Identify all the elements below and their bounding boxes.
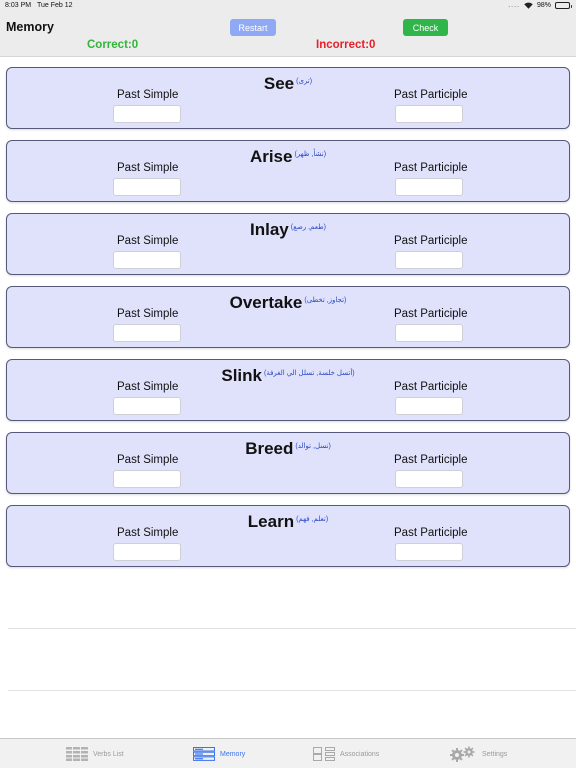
past-participle-label: Past Participle <box>394 308 468 320</box>
past-simple-label: Past Simple <box>117 308 179 320</box>
page-title: Memory <box>6 20 54 34</box>
incorrect-counter: Incorrect:0 <box>316 39 376 51</box>
wifi-icon <box>524 2 533 9</box>
verb-translation: (طعم, رصع) <box>290 224 326 231</box>
verb-title: See <box>263 74 295 93</box>
verb-title: Learn <box>247 512 295 531</box>
tab-label: Associations <box>340 750 380 758</box>
verb-card: Overtake (تجاوز, تخطى) Past Simple Past P… <box>6 286 570 348</box>
verb-card: Arise (نشأ, ظهر) Past Simple Past Partici… <box>6 140 570 202</box>
list-icon <box>66 747 88 761</box>
associations-icon <box>313 747 335 761</box>
battery-icon <box>555 2 572 9</box>
past-participle-input[interactable] <box>395 178 463 196</box>
verb-title: Slink <box>221 366 262 385</box>
verb-translation: (أتسل خلسة, تسلل الي الغرفة) <box>263 370 355 377</box>
past-participle-label: Past Participle <box>394 235 468 247</box>
past-simple-label: Past Simple <box>117 162 179 174</box>
empty-row-separator <box>8 690 576 691</box>
past-simple-input[interactable] <box>113 324 181 342</box>
header: Memory Restart Check Correct:0 Incorrect… <box>0 12 576 57</box>
past-participle-input[interactable] <box>395 251 463 269</box>
past-participle-input[interactable] <box>395 470 463 488</box>
verb-card: Breed (نسل, توالد) Past Simple Past Parti… <box>6 432 570 494</box>
memory-icon <box>193 747 215 761</box>
past-simple-label: Past Simple <box>117 89 179 101</box>
status-bar: 8:03 PM Tue Feb 12 .... 98% <box>0 0 576 12</box>
tab-memory[interactable]: Memory <box>193 745 245 763</box>
tab-label: Verbs List <box>93 750 124 758</box>
past-participle-input[interactable] <box>395 105 463 123</box>
past-participle-label: Past Participle <box>394 454 468 466</box>
past-participle-input[interactable] <box>395 397 463 415</box>
correct-counter: Correct:0 <box>87 39 139 51</box>
verb-title: Breed <box>245 439 294 458</box>
gear-icon <box>450 746 475 762</box>
past-participle-label: Past Participle <box>394 162 468 174</box>
tab-associations[interactable]: Associations <box>313 745 379 763</box>
battery-percent: 98% <box>536 2 551 9</box>
past-simple-label: Past Simple <box>117 527 179 539</box>
tab-bar: Verbs List Memory Associations Settings <box>0 738 576 768</box>
verb-translation: (ترى) <box>296 78 313 85</box>
past-simple-label: Past Simple <box>117 381 179 393</box>
check-button[interactable]: Check <box>403 19 448 36</box>
tab-label: Memory <box>220 750 246 758</box>
verb-card: Learn (تعلم, فهم) Past Simple Past Partic… <box>6 505 570 567</box>
verb-title: Inlay <box>250 220 289 239</box>
past-participle-label: Past Participle <box>394 89 468 101</box>
verb-translation: (نشأ, ظهر) <box>294 151 327 158</box>
past-participle-input[interactable] <box>395 543 463 561</box>
past-simple-input[interactable] <box>113 251 181 269</box>
past-simple-label: Past Simple <box>117 454 179 466</box>
verb-title: Overtake <box>229 293 303 312</box>
tab-label: Settings <box>482 750 508 758</box>
signal-dots: .... <box>508 2 520 9</box>
past-simple-input[interactable] <box>113 543 181 561</box>
status-right: .... 98% <box>508 2 572 9</box>
past-simple-label: Past Simple <box>117 235 179 247</box>
status-date: Tue Feb 12 <box>37 2 73 9</box>
restart-button[interactable]: Restart <box>230 19 276 36</box>
verb-list: See (ترى) Past Simple Past Participle Ari… <box>6 67 570 578</box>
verb-translation: (نسل, توالد) <box>295 443 331 450</box>
past-participle-input[interactable] <box>395 324 463 342</box>
past-simple-input[interactable] <box>113 105 181 123</box>
verb-card: See (ترى) Past Simple Past Participle <box>6 67 570 129</box>
past-participle-label: Past Participle <box>394 381 468 393</box>
verb-translation: (تعلم, فهم) <box>296 516 329 523</box>
verb-card: Inlay (طعم, رصع) Past Simple Past Partici… <box>6 213 570 275</box>
verb-card: Slink (أتسل خلسة, تسلل الي الغرفة) Past S… <box>6 359 570 421</box>
past-participle-label: Past Participle <box>394 527 468 539</box>
past-simple-input[interactable] <box>113 470 181 488</box>
past-simple-input[interactable] <box>113 397 181 415</box>
tab-settings[interactable]: Settings <box>449 745 507 763</box>
tab-verbs-list[interactable]: Verbs List <box>66 745 124 763</box>
verb-translation: (تجاوز, تخطى) <box>304 297 347 304</box>
status-time: 8:03 PM <box>5 2 32 9</box>
past-simple-input[interactable] <box>113 178 181 196</box>
verb-title: Arise <box>249 147 293 166</box>
empty-row-separator <box>8 628 576 629</box>
